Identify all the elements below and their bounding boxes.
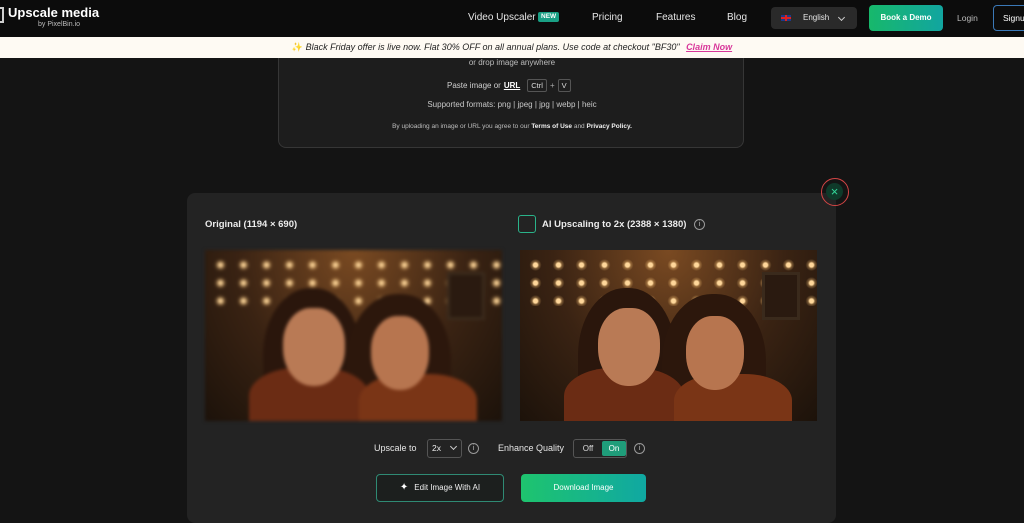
info-icon[interactable]: i — [468, 443, 479, 454]
edit-image-with-ai-button[interactable]: ✦ Edit Image With AI — [376, 474, 504, 502]
sparkle-icon: ✨ — [291, 42, 304, 52]
logo[interactable]: Upscale media by PixelBin.io — [0, 5, 99, 31]
language-selector[interactable]: English — [771, 7, 857, 29]
edit-button-label: Edit Image With AI — [414, 483, 481, 492]
download-image-button[interactable]: Download Image — [521, 474, 646, 502]
terms-notice: By uploading an image or URL you agree t… — [392, 123, 632, 130]
claim-now-link[interactable]: Claim Now — [686, 42, 732, 52]
close-icon: × — [826, 183, 843, 200]
upscale-to-label: Upscale to — [374, 443, 417, 453]
logo-icon — [0, 7, 4, 23]
upscale-factor-select[interactable]: 2x — [427, 439, 462, 458]
paste-row: Paste image or URL Ctrl + V — [447, 78, 571, 92]
new-badge: NEW — [538, 12, 560, 22]
url-link[interactable]: URL — [504, 81, 520, 90]
promo-text: Black Friday offer is live now. Flat 30%… — [305, 42, 680, 52]
nav-features[interactable]: Features — [656, 12, 695, 24]
ctrl-key: Ctrl — [527, 78, 547, 92]
v-key: V — [557, 78, 571, 92]
uk-flag-icon — [781, 15, 791, 21]
nav-pricing[interactable]: Pricing — [592, 12, 623, 24]
book-demo-button[interactable]: Book a Demo — [869, 5, 943, 31]
logo-title: Upscale media — [8, 5, 100, 20]
upload-card[interactable]: or drop image anywhere Paste image or UR… — [278, 48, 744, 148]
original-label: Original (1194 × 690) — [205, 219, 298, 230]
chevron-down-icon — [449, 442, 458, 451]
chevron-down-icon — [837, 13, 846, 22]
upscaled-image — [520, 250, 817, 421]
toggle-off[interactable]: Off — [576, 442, 600, 455]
privacy-policy-link[interactable]: Privacy Policy. — [587, 123, 632, 130]
login-link[interactable]: Login — [957, 13, 978, 23]
upscaled-label: AI Upscaling to 2x (2388 × 1380) — [542, 219, 687, 230]
info-icon[interactable]: i — [694, 219, 705, 230]
paste-text: Paste image or — [447, 80, 501, 90]
sparkle-icon: ✦ — [399, 482, 409, 493]
supported-formats: Supported formats: png | jpeg | jpg | we… — [427, 100, 597, 109]
toggle-on[interactable]: On — [602, 441, 626, 456]
language-label: English — [803, 13, 830, 22]
close-button[interactable]: × — [821, 178, 849, 206]
top-navigation-bar: Upscale media by PixelBin.io Video Upsca… — [0, 0, 1024, 37]
logo-subtitle: by PixelBin.io — [38, 21, 81, 28]
drop-hint: or drop image anywhere — [468, 58, 556, 67]
original-image — [205, 250, 502, 421]
upscale-icon — [518, 215, 536, 233]
enhance-quality-label: Enhance Quality — [498, 443, 565, 453]
enhance-quality-toggle[interactable]: Off On — [573, 439, 627, 458]
terms-of-use-link[interactable]: Terms of Use — [531, 123, 572, 130]
nav-blog[interactable]: Blog — [727, 12, 747, 24]
nav-video-upscaler[interactable]: Video Upscaler — [468, 12, 536, 24]
upscale-factor-value: 2x — [432, 443, 441, 453]
plus-sign: + — [549, 80, 555, 90]
info-icon[interactable]: i — [634, 443, 645, 454]
promo-banner: ✨ Black Friday offer is live now. Flat 3… — [0, 37, 1024, 58]
signup-button[interactable]: Signu — [993, 5, 1024, 31]
